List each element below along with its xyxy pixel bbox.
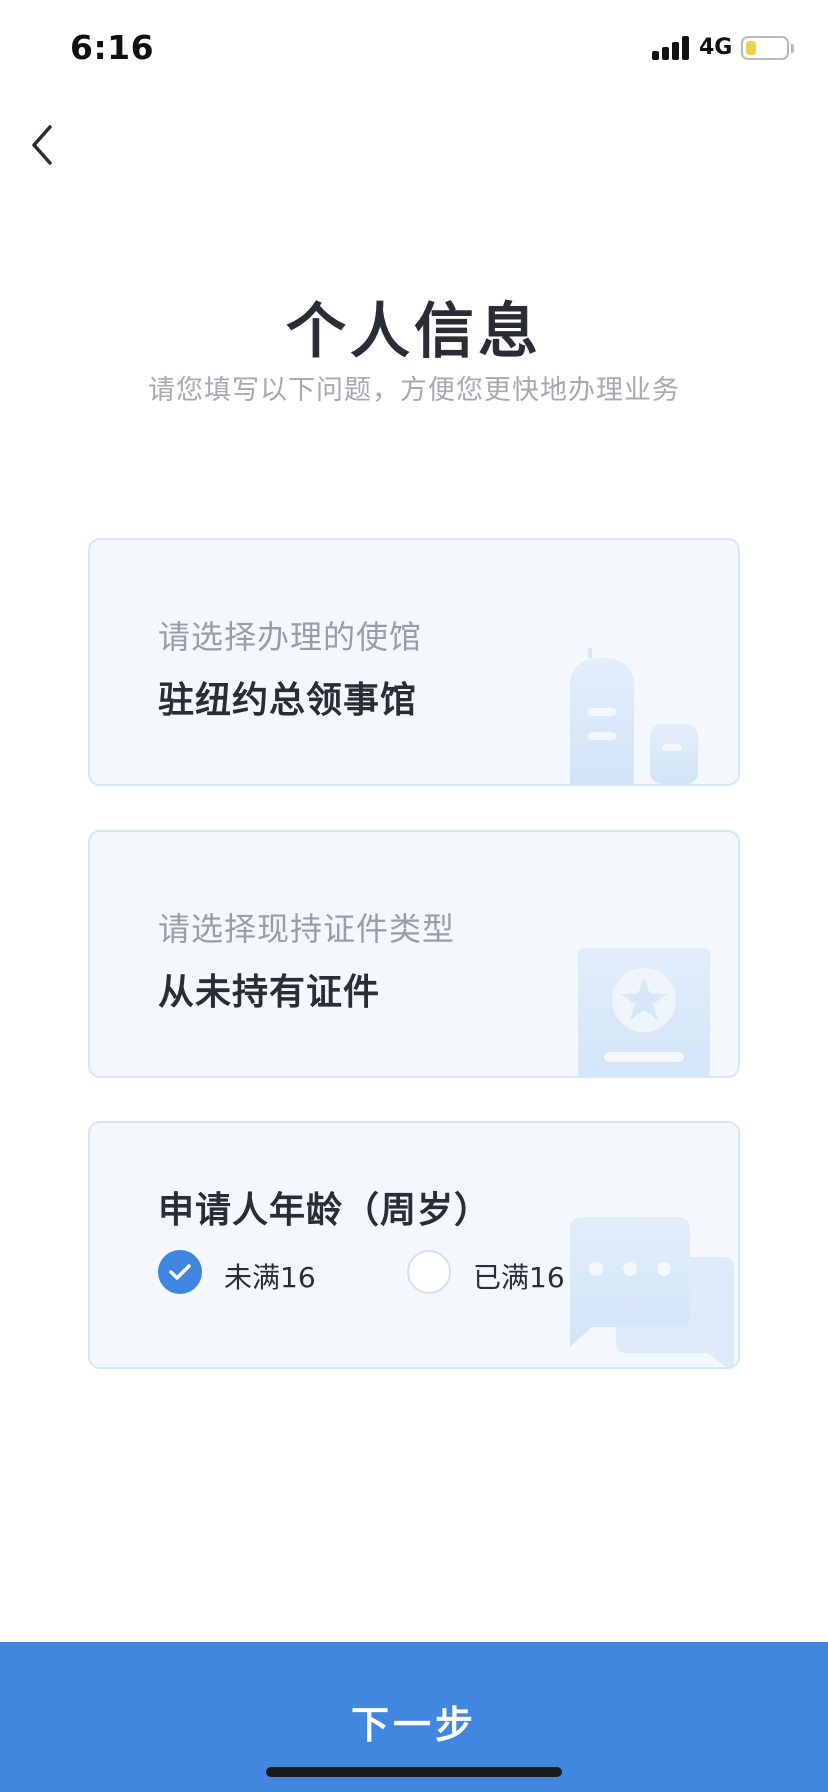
chat-bubbles-icon (570, 1217, 734, 1367)
document-label: 请选择现持证件类型 (158, 910, 456, 948)
building-icon (570, 648, 698, 784)
battery-icon (741, 36, 789, 60)
document-select-card[interactable]: 请选择现持证件类型 从未持有证件 (88, 830, 740, 1078)
age-option-label: 已满16 (473, 1261, 565, 1294)
age-option-label: 未满16 (224, 1261, 316, 1294)
status-bar: 6:16 4G (0, 0, 828, 96)
age-card: 申请人年龄（周岁） 未满16 已满16 (88, 1121, 740, 1369)
consulate-label: 请选择办理的使馆 (158, 618, 423, 656)
passport-icon (578, 948, 710, 1076)
radio-checked-icon (158, 1250, 202, 1294)
status-time: 6:16 (70, 28, 155, 67)
page-title: 个人信息 (286, 297, 542, 367)
document-value: 从未持有证件 (158, 972, 381, 1013)
screen: 6:16 4G 个人信息 请您填写以下问题，方便您更快地办理业务 请选择办理的使… (0, 0, 828, 1792)
back-button[interactable] (22, 115, 66, 175)
age-heading: 申请人年龄（周岁） (158, 1190, 492, 1231)
home-indicator (266, 1767, 562, 1777)
battery-tip (791, 44, 794, 53)
page-subtitle: 请您填写以下问题，方便您更快地办理业务 (148, 375, 680, 406)
network-type: 4G (699, 35, 733, 60)
consulate-select-card[interactable]: 请选择办理的使馆 驻纽约总领事馆 (88, 538, 740, 786)
radio-unchecked-icon (407, 1250, 451, 1294)
chevron-left-icon (32, 125, 52, 165)
signal-icon (652, 36, 692, 60)
consulate-value: 驻纽约总领事馆 (158, 680, 418, 721)
